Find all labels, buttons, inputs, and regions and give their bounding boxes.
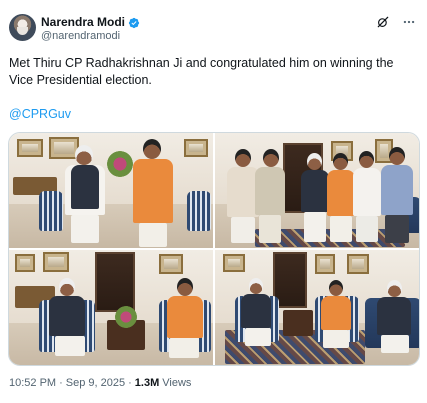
tweet-text: Met Thiru CP Radhakrishnan Ji and congra…: [9, 56, 394, 87]
meta-separator-2: ·: [128, 377, 132, 389]
verified-badge-icon[interactable]: [128, 16, 140, 29]
post-time[interactable]: 10:52 PM: [9, 377, 56, 389]
views-count: 1.3M: [134, 377, 160, 389]
photo-4[interactable]: [215, 250, 419, 365]
grok-icon[interactable]: [376, 15, 390, 29]
media-grid: [8, 132, 420, 366]
photo-2[interactable]: [215, 133, 419, 248]
author-name-row: Narendra Modi: [41, 15, 140, 29]
tweet-meta: 10:52 PM · Sep 9, 2025 · 1.3M Views: [9, 377, 191, 389]
mention-link[interactable]: @CPRGuv: [9, 107, 71, 121]
photo-1[interactable]: [9, 133, 213, 248]
meta-separator: ·: [59, 377, 63, 389]
avatar[interactable]: [9, 14, 36, 41]
author-handle[interactable]: @narendramodi: [41, 30, 120, 42]
more-options-icon[interactable]: [402, 15, 416, 29]
post-date[interactable]: Sep 9, 2025: [66, 377, 125, 389]
photo-3[interactable]: [9, 250, 213, 365]
views-label: Views: [162, 377, 192, 389]
tweet-card: Narendra Modi @narendramodi Met Thiru CP…: [0, 0, 427, 403]
author-display-name[interactable]: Narendra Modi: [41, 15, 125, 29]
